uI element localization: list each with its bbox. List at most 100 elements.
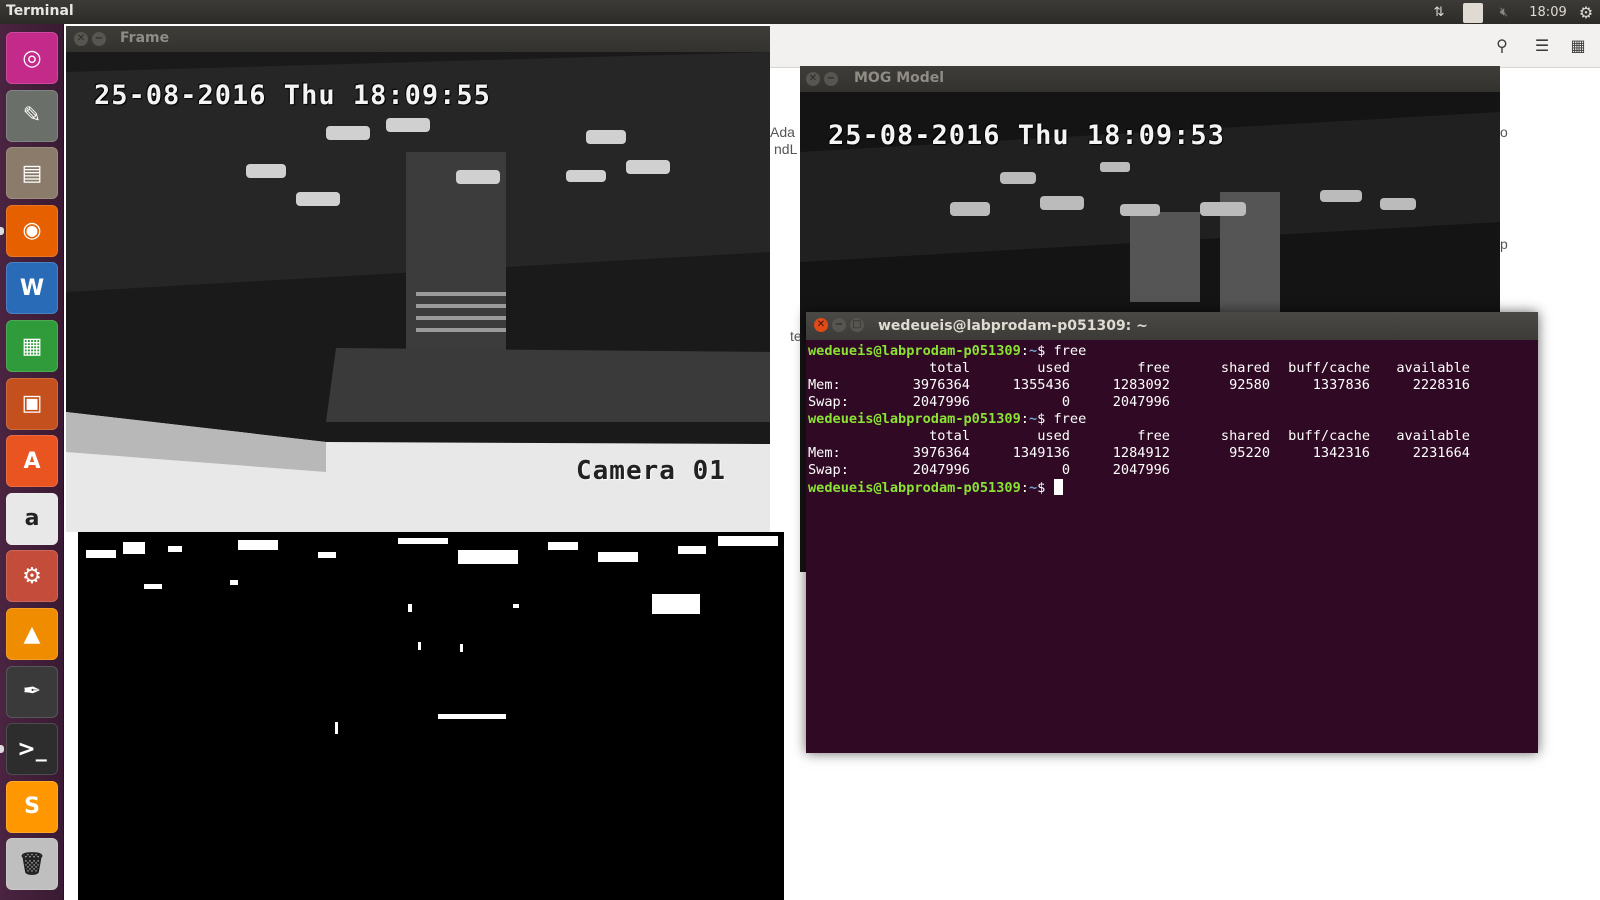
terminal-cell: Mem: bbox=[808, 377, 841, 393]
terminal-cell: 2047996 bbox=[912, 462, 970, 478]
frame-window-title: Frame bbox=[120, 30, 170, 46]
terminal-cell: shared bbox=[1220, 428, 1270, 444]
terminal-cursor bbox=[1053, 479, 1063, 495]
list-view-icon[interactable]: ☰ bbox=[1528, 36, 1556, 60]
frame-timestamp: 25-08-2016 Thu 18:09:55 bbox=[94, 80, 491, 111]
terminal-cell: Swap: bbox=[808, 462, 849, 478]
camera-frame-image: 25-08-2016 Thu 18:09:55 Camera 01 bbox=[66, 52, 770, 532]
terminal-cell: 2228316 bbox=[1412, 377, 1470, 393]
launcher-running-indicator bbox=[0, 745, 4, 754]
camera-label: Camera 01 bbox=[576, 456, 726, 486]
prompt-user: wedeueis@labprodam-p051309 bbox=[808, 480, 1021, 496]
frame-window-titlebar[interactable]: ✕ − Frame bbox=[66, 26, 770, 52]
search-icon[interactable]: ⚲ bbox=[1488, 36, 1516, 60]
launcher-sublime-text-icon[interactable]: S bbox=[6, 780, 58, 833]
terminal-cell: 2231664 bbox=[1412, 445, 1470, 461]
mog-minimize-button[interactable]: − bbox=[824, 72, 838, 86]
launcher-running-indicator bbox=[0, 226, 4, 235]
terminal-cell: buff/cache bbox=[1288, 428, 1370, 444]
background-text-b: ndL bbox=[774, 141, 798, 157]
prompt-path: ~ bbox=[1028, 480, 1038, 496]
terminal-data-row: Mem: 3976364 1355436 1283092 92580 1337836 222… bbox=[808, 377, 1536, 394]
launcher-gimp-icon[interactable]: ✎ bbox=[6, 89, 58, 142]
foreground-blobs bbox=[86, 536, 778, 734]
terminal-cell: used bbox=[1037, 428, 1070, 444]
launcher-libreoffice-impress-icon[interactable]: ▣ bbox=[6, 377, 58, 430]
launcher-ubuntu-software-icon[interactable]: A bbox=[6, 435, 58, 488]
frame-close-button[interactable]: ✕ bbox=[74, 32, 88, 46]
terminal-cell: 3976364 bbox=[912, 445, 970, 461]
terminal-cell: 1337836 bbox=[1312, 377, 1370, 393]
network-icon[interactable]: ⇅ bbox=[1428, 2, 1450, 22]
terminal-close-button[interactable]: ✕ bbox=[814, 318, 828, 332]
launcher-libreoffice-calc-icon[interactable]: ▦ bbox=[6, 320, 58, 372]
frame-minimize-button[interactable]: − bbox=[92, 32, 106, 46]
terminal-header-row: total used free shared buff/cache available bbox=[808, 360, 1536, 377]
launcher-inkscape-icon[interactable]: ✒ bbox=[6, 665, 58, 718]
terminal-cell: 1342316 bbox=[1312, 445, 1370, 461]
prompt-path: ~ bbox=[1028, 411, 1038, 427]
terminal-data-row: Swap: 2047996 0 2047996 bbox=[808, 462, 1536, 479]
foreground-mask-image bbox=[78, 532, 784, 900]
launcher-system-settings-icon[interactable]: ⚙ bbox=[6, 550, 58, 603]
keyboard-layout-indicator[interactable]: Pt bbox=[1463, 3, 1483, 23]
terminal-cell: total bbox=[929, 428, 970, 444]
terminal-cell: buff/cache bbox=[1288, 360, 1370, 376]
terminal-cell: free bbox=[1137, 428, 1170, 444]
terminal-cell: used bbox=[1037, 360, 1070, 376]
active-app-title: Terminal bbox=[6, 3, 74, 19]
prompt-user: wedeueis@labprodam-p051309 bbox=[808, 343, 1021, 359]
background-toolbar bbox=[770, 24, 1600, 68]
volume-muted-icon[interactable]: 🔇︎ bbox=[1494, 2, 1514, 22]
launcher: ◎ ✎ ▤ ◉ W ▦ ▣ Aa ⚙ ▲ ✒ >_ S 🗑︎ bbox=[0, 24, 64, 900]
prompt-path: ~ bbox=[1028, 343, 1038, 359]
terminal-prompt-line: wedeueis@labprodam-p051309:~$ free bbox=[808, 343, 1087, 359]
terminal-cell: 1355436 bbox=[1012, 377, 1070, 393]
terminal-cell: 1284912 bbox=[1112, 445, 1170, 461]
launcher-ubuntu-dash-icon[interactable]: ◎ bbox=[6, 32, 58, 84]
terminal-window[interactable]: ✕ − □ wedeueis@labprodam-p051309: ~ wede… bbox=[806, 312, 1538, 753]
terminal-minimize-button[interactable]: − bbox=[832, 318, 846, 332]
prompt-user: wedeueis@labprodam-p051309 bbox=[808, 411, 1021, 427]
clock[interactable]: 18:09 bbox=[1526, 2, 1570, 22]
terminal-cell: available bbox=[1396, 360, 1470, 376]
terminal-body[interactable]: wedeueis@labprodam-p051309:~$ free total u… bbox=[806, 340, 1538, 753]
terminal-data-row: Swap: 2047996 0 2047996 bbox=[808, 394, 1536, 411]
mog-timestamp: 25-08-2016 Thu 18:09:53 bbox=[828, 120, 1225, 151]
terminal-cell: Mem: bbox=[808, 445, 841, 461]
terminal-command: free bbox=[1053, 411, 1087, 427]
terminal-cell: 92580 bbox=[1229, 377, 1270, 393]
launcher-amazon-icon[interactable]: a bbox=[6, 492, 58, 545]
terminal-cell: 2047996 bbox=[1112, 462, 1170, 478]
terminal-cell: Swap: bbox=[808, 394, 849, 410]
mog-window-titlebar[interactable]: ✕ − MOG Model bbox=[800, 66, 1500, 92]
terminal-cell: 1349136 bbox=[1012, 445, 1070, 461]
launcher-vlc-icon[interactable]: ▲ bbox=[6, 608, 58, 660]
terminal-cell: 95220 bbox=[1229, 445, 1270, 461]
launcher-trash-icon[interactable]: 🗑︎ bbox=[6, 838, 58, 891]
launcher-libreoffice-writer-icon[interactable]: W bbox=[6, 262, 58, 315]
mog-close-button[interactable]: ✕ bbox=[806, 72, 820, 86]
mog-window-title: MOG Model bbox=[854, 70, 945, 86]
session-gear-icon[interactable]: ⚙ bbox=[1576, 2, 1596, 22]
launcher-files-icon[interactable]: ▤ bbox=[6, 147, 58, 200]
prompt-suffix: $ bbox=[1037, 411, 1054, 427]
terminal-maximize-button[interactable]: □ bbox=[850, 318, 864, 332]
background-text-a: Ada bbox=[770, 124, 795, 140]
terminal-prompt-line: wedeueis@labprodam-p051309:~$ free bbox=[808, 411, 1087, 427]
terminal-cell: 0 bbox=[1061, 394, 1070, 410]
terminal-titlebar[interactable]: ✕ − □ wedeueis@labprodam-p051309: ~ bbox=[806, 312, 1538, 340]
terminal-cell: free bbox=[1137, 360, 1170, 376]
terminal-data-row: Mem: 3976364 1349136 1284912 95220 1342316 223… bbox=[808, 445, 1536, 462]
terminal-cell: 1283092 bbox=[1112, 377, 1170, 393]
terminal-cell: 2047996 bbox=[912, 394, 970, 410]
launcher-firefox-icon[interactable]: ◉ bbox=[6, 204, 58, 257]
grid-view-icon[interactable]: ▦ bbox=[1564, 36, 1592, 60]
terminal-header-row: total used free shared buff/cache available bbox=[808, 428, 1536, 445]
terminal-cell: available bbox=[1396, 428, 1470, 444]
terminal-command: free bbox=[1053, 343, 1087, 359]
background-text-e: p bbox=[1500, 236, 1508, 252]
top-panel: Terminal ⇅ Pt 🔇︎ 18:09 ⚙ bbox=[0, 0, 1600, 24]
terminal-title: wedeueis@labprodam-p051309: ~ bbox=[878, 318, 1148, 334]
launcher-terminal-icon[interactable]: >_ bbox=[6, 723, 58, 776]
